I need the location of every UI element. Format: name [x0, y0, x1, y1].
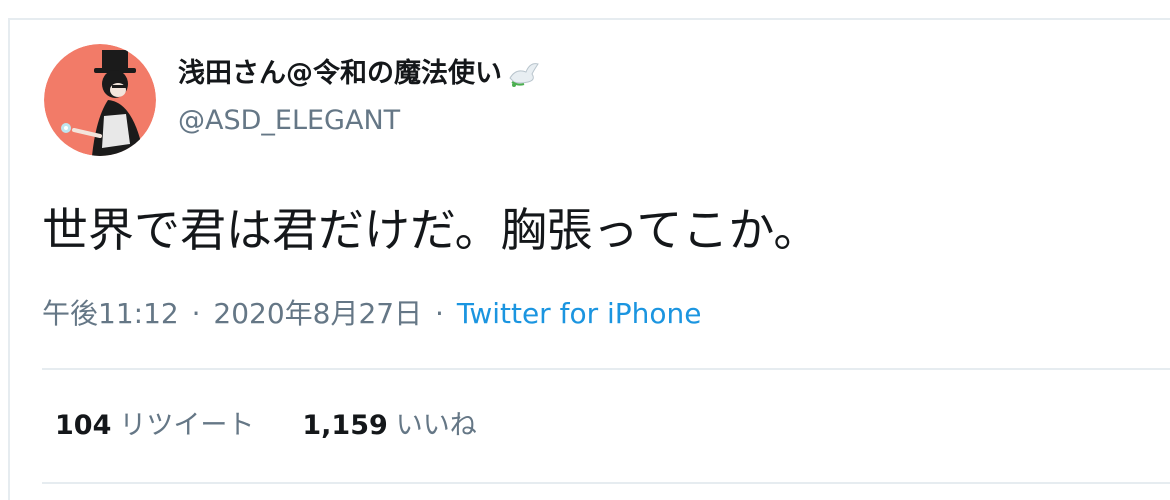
tweet-time[interactable]: 午後11:12: [42, 297, 179, 330]
meta-separator: ·: [435, 297, 444, 330]
magician-avatar-icon: [44, 44, 156, 156]
tweet-stats: 104 リツイート 1,159 いいね: [55, 408, 477, 444]
like-stat[interactable]: 1,159 いいね: [302, 408, 476, 444]
retweet-count: 104: [55, 410, 112, 441]
display-name[interactable]: 浅田さん@令和の魔法使い: [178, 57, 502, 91]
avatar[interactable]: [44, 44, 156, 156]
author-handle[interactable]: @ASD_ELEGANT: [178, 104, 400, 138]
meta-separator: ·: [191, 297, 201, 330]
tweet-card: 浅田さん@令和の魔法使い @ASD_ELEGANT 世界で君は君だけだ。胸張って…: [8, 18, 1170, 500]
author-name-row[interactable]: 浅田さん@令和の魔法使い: [178, 57, 542, 91]
divider: [42, 368, 1170, 370]
retweet-label: リツイート: [119, 410, 255, 441]
like-count: 1,159: [302, 410, 388, 441]
retweet-stat[interactable]: 104 リツイート: [55, 408, 254, 444]
dove-icon: [506, 58, 542, 90]
tweet-text: 世界で君は君だけだ。胸張ってこか。: [42, 203, 820, 257]
tweet-date[interactable]: 2020年8月27日: [213, 297, 422, 330]
tweet-source-link[interactable]: Twitter for iPhone: [457, 297, 702, 330]
like-label: いいね: [395, 410, 477, 441]
divider: [42, 482, 1170, 484]
tweet-meta: 午後11:12 · 2020年8月27日 · Twitter for iPhon…: [42, 296, 702, 332]
